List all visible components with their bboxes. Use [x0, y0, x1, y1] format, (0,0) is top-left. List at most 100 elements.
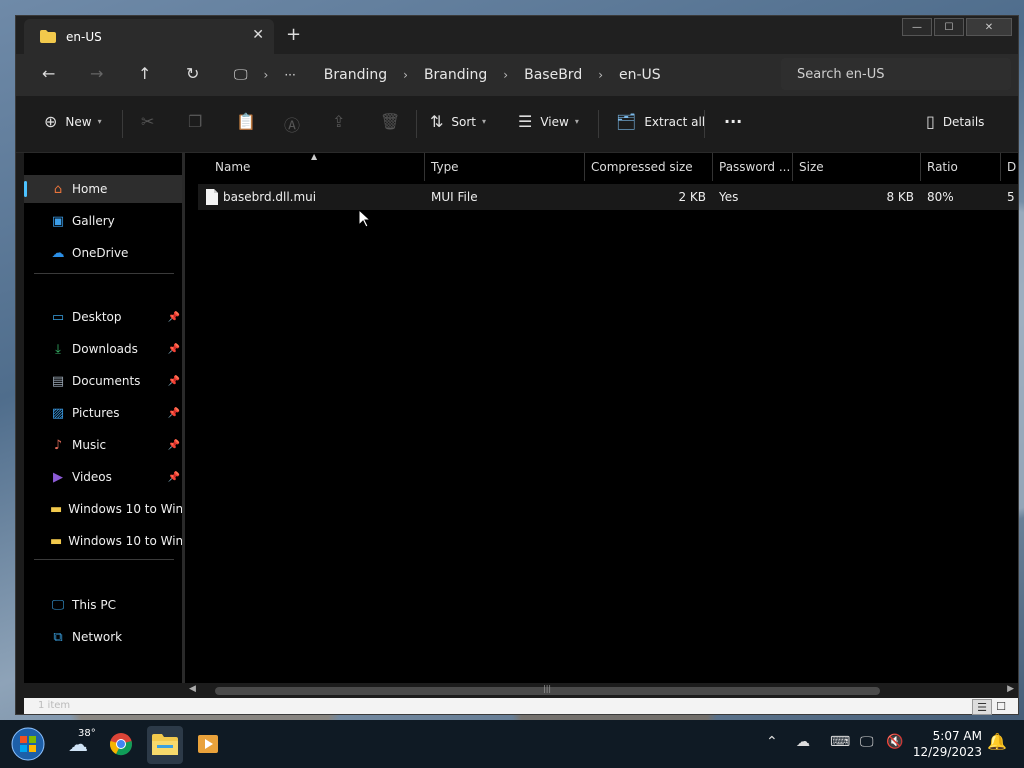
- view-button[interactable]: ☰ View ▾: [518, 112, 579, 131]
- file-explorer-taskbar-button[interactable]: [149, 728, 181, 760]
- new-tab-button[interactable]: +: [286, 24, 301, 45]
- chevron-right-icon: ›: [598, 68, 604, 82]
- cloud-offline-icon[interactable]: ☁: [796, 734, 810, 750]
- clock[interactable]: 5:07 AM 12/29/2023: [913, 728, 982, 760]
- documents-icon: ▤: [51, 373, 65, 389]
- column-header-ratio[interactable]: Ratio: [921, 153, 1001, 181]
- sidebar-item-windows-10-to-win[interactable]: ▬ Windows 10 to Win: [24, 495, 183, 523]
- divider: [416, 110, 417, 138]
- display-icon[interactable]: 🖵: [860, 734, 874, 750]
- chevron-down-icon: ▾: [574, 117, 579, 126]
- cell-name: basebrd.dll.mui: [223, 190, 317, 204]
- cut-button[interactable]: ✂: [141, 112, 162, 131]
- sidebar-item-downloads[interactable]: ⤓ Downloads 📌: [24, 335, 182, 363]
- table-row[interactable]: basebrd.dll.mui MUI File 2 KB Yes 8 KB 8…: [198, 184, 1018, 210]
- column-header-password[interactable]: Password ...: [713, 153, 793, 181]
- details-button[interactable]: ▯ Details: [926, 112, 984, 131]
- sidebar-item-documents[interactable]: ▤ Documents 📌: [24, 367, 182, 395]
- breadcrumb-item[interactable]: Branding: [324, 67, 387, 83]
- folder-icon: ▬: [50, 501, 63, 517]
- share-button[interactable]: ⇪: [332, 112, 353, 131]
- forward-button[interactable]: →: [90, 64, 103, 83]
- sidebar-item-onedrive[interactable]: ☁ OneDrive: [24, 239, 182, 267]
- details-view-button[interactable]: ☰: [972, 699, 992, 715]
- sort-button[interactable]: ⇅ Sort ▾: [430, 112, 486, 131]
- column-header-type[interactable]: Type: [425, 153, 585, 181]
- sort-label: Sort: [451, 114, 477, 129]
- large-icons-view-button[interactable]: ☐: [992, 699, 1010, 713]
- pin-icon[interactable]: 📌: [168, 472, 180, 483]
- copy-button[interactable]: ❐: [188, 112, 210, 131]
- tab-en-us[interactable]: en-US ✕: [24, 19, 274, 54]
- title-bar: en-US ✕ + — ☐ ✕: [16, 16, 1018, 54]
- extract-label: Extract all: [644, 114, 706, 129]
- new-button[interactable]: ⊕ New ▾: [44, 112, 102, 131]
- column-header-row: ▲ Name Type Compressed size Password ...…: [185, 153, 1018, 181]
- scrollbar-thumb[interactable]: |||: [215, 684, 880, 695]
- column-header-name[interactable]: Name: [209, 153, 425, 181]
- scroll-left-icon[interactable]: ◀: [189, 684, 196, 694]
- share-icon: ⇪: [332, 112, 346, 131]
- sidebar-item-gallery[interactable]: ▣ Gallery: [24, 207, 182, 235]
- gallery-icon: ▣: [51, 213, 65, 229]
- start-button[interactable]: [10, 726, 46, 762]
- weather-temp: 38°: [78, 728, 96, 739]
- pin-icon[interactable]: 📌: [168, 408, 180, 419]
- close-tab-icon[interactable]: ✕: [252, 27, 264, 43]
- media-player-taskbar-button[interactable]: [192, 728, 224, 760]
- see-more-button[interactable]: ···: [724, 112, 742, 131]
- delete-button[interactable]: 🗑: [380, 112, 408, 131]
- breadcrumb-item[interactable]: BaseBrd: [524, 67, 582, 83]
- column-header-compressed-size[interactable]: Compressed size: [585, 153, 713, 181]
- pictures-icon: ▨: [51, 405, 65, 421]
- sidebar-item-windows-10-to-win[interactable]: ▬ Windows 10 to Win: [24, 527, 183, 555]
- show-hidden-icons-chevron-icon[interactable]: ⌃: [766, 734, 778, 750]
- more-icon: ···: [724, 112, 743, 131]
- pin-icon[interactable]: 📌: [168, 312, 180, 323]
- sidebar-item-label: Music: [72, 438, 107, 452]
- up-button[interactable]: ↑: [138, 64, 151, 83]
- extract-all-button[interactable]: 🗂 Extract all: [616, 112, 705, 131]
- divider: [34, 559, 174, 560]
- music-icon: ♪: [53, 437, 63, 453]
- address-bar[interactable]: 🖵 › ··· Branding › Branding › BaseBrd › …: [226, 58, 766, 92]
- search-box[interactable]: [781, 58, 1011, 90]
- sidebar-item-this-pc[interactable]: 🖵 This PC: [24, 591, 182, 619]
- close-window-button[interactable]: ✕: [966, 18, 1012, 36]
- chrome-taskbar-button[interactable]: [105, 728, 137, 760]
- sidebar-item-music[interactable]: ♪ Music 📌: [24, 431, 182, 459]
- search-input[interactable]: [795, 65, 999, 83]
- rename-button[interactable]: Ⓐ: [284, 112, 308, 136]
- back-button[interactable]: ←: [42, 64, 55, 83]
- column-header-size[interactable]: Size: [793, 153, 921, 181]
- keyboard-icon[interactable]: ⌨: [830, 734, 850, 750]
- pin-icon[interactable]: 📌: [168, 344, 180, 355]
- sidebar-item-home[interactable]: ⌂ Home: [24, 175, 182, 203]
- scroll-right-icon[interactable]: ▶: [1007, 684, 1014, 694]
- monitor-icon[interactable]: 🖵: [234, 67, 248, 83]
- media-player-icon: [198, 735, 218, 753]
- notification-bell-icon[interactable]: 🔔: [987, 732, 1007, 751]
- pin-icon[interactable]: 📌: [168, 376, 180, 387]
- divider: [704, 110, 705, 138]
- file-explorer-window: en-US ✕ + — ☐ ✕ ← → ↑ ↻ 🖵 › ··· Branding…: [15, 15, 1019, 715]
- sidebar-item-network[interactable]: ⧉ Network: [24, 623, 182, 651]
- cloud-icon: ☁: [51, 245, 65, 261]
- sidebar-item-videos[interactable]: ▶ Videos 📌: [24, 463, 182, 491]
- breadcrumb-current[interactable]: en-US: [619, 67, 661, 83]
- refresh-button[interactable]: ↻: [186, 64, 199, 83]
- sidebar-item-desktop[interactable]: ▭ Desktop 📌: [24, 303, 182, 331]
- minimize-button[interactable]: —: [902, 18, 932, 36]
- breadcrumb-item[interactable]: Branding: [424, 67, 487, 83]
- horizontal-scrollbar[interactable]: ◀ ||| ▶: [185, 683, 1018, 698]
- maximize-button[interactable]: ☐: [934, 18, 964, 36]
- column-header-date[interactable]: D: [1001, 153, 1018, 181]
- breadcrumb-overflow[interactable]: ···: [284, 68, 295, 82]
- volume-muted-icon[interactable]: 🔇: [886, 734, 903, 750]
- weather-widget[interactable]: ☁ 38°: [62, 728, 96, 760]
- download-icon: ⤓: [55, 341, 61, 357]
- sidebar-item-pictures[interactable]: ▨ Pictures 📌: [24, 399, 182, 427]
- chevron-right-icon: ›: [263, 68, 269, 82]
- pin-icon[interactable]: 📌: [168, 440, 180, 451]
- paste-button[interactable]: 📋: [236, 112, 264, 131]
